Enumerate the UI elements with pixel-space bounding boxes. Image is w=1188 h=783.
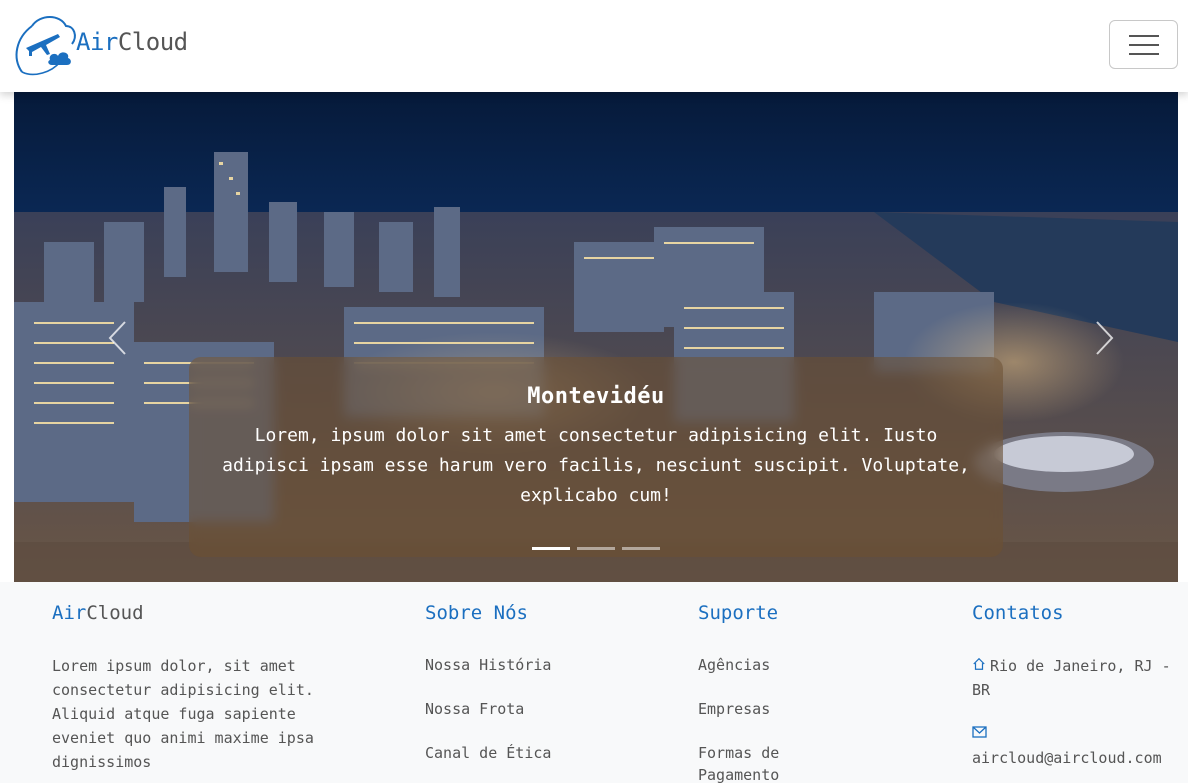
footer-email[interactable]: aircloud@aircloud.com [972, 722, 1182, 770]
carousel-caption: Montevidéu Lorem, ipsum dolor sit amet c… [189, 357, 1003, 557]
chevron-left-icon [108, 321, 126, 355]
carousel-indicator-3[interactable] [622, 547, 660, 550]
footer-support-column: Suporte Agências Empresas Formas de Paga… [698, 602, 928, 783]
footer-about-us-column: Sobre Nós Nossa História Nossa Frota Can… [425, 602, 655, 783]
footer-link-formas-de-pagamento[interactable]: Formas de Pagamento [698, 742, 818, 783]
carousel-indicator-2[interactable] [577, 547, 615, 550]
hamburger-icon-bar [1128, 52, 1159, 55]
footer-about-column: AirCloud Lorem ipsum dolor, sit amet con… [52, 602, 332, 774]
aircloud-logo-icon [15, 16, 76, 76]
footer-link-nossa-frota[interactable]: Nossa Frota [425, 698, 655, 720]
footer-address: Rio de Janeiro, RJ - BR [972, 654, 1182, 702]
envelope-icon [972, 722, 990, 746]
chevron-right-icon [1096, 321, 1114, 355]
carousel-next-button[interactable] [1090, 318, 1120, 358]
carousel-caption-text: Lorem, ipsum dolor sit amet consectetur … [222, 425, 970, 506]
footer-link-canal-de-etica[interactable]: Canal de Ética [425, 742, 655, 764]
carousel-indicator-1[interactable] [532, 547, 570, 550]
footer-address-text: Rio de Janeiro, RJ - BR [972, 657, 1171, 699]
brand-name-air: Air [76, 28, 118, 56]
hero-carousel: Montevidéu Lorem, ipsum dolor sit amet c… [14, 92, 1178, 582]
hamburger-icon-bar [1128, 34, 1159, 37]
footer-about-text: Lorem ipsum dolor, sit amet consectetur … [52, 657, 314, 771]
footer-contacts-column: Contatos Rio de Janeiro, RJ - BR airclou… [972, 602, 1182, 783]
footer-brand-air: Air [52, 602, 87, 624]
carousel-prev-button[interactable] [102, 318, 132, 358]
brand-logo-link[interactable]: AirCloud [12, 12, 188, 78]
footer-brand-cloud: Cloud [86, 602, 144, 624]
footer-support-title: Suporte [698, 602, 779, 624]
navbar-toggler-button[interactable] [1109, 20, 1178, 69]
brand-name: AirCloud [76, 28, 188, 56]
footer-contacts-title: Contatos [972, 602, 1064, 624]
brand-name-cloud: Cloud [117, 28, 188, 56]
hamburger-icon-bar [1128, 43, 1159, 46]
footer-about-us-title: Sobre Nós [425, 602, 528, 624]
navbar: AirCloud [0, 0, 1188, 92]
footer-email-text[interactable]: aircloud@aircloud.com [972, 749, 1162, 767]
footer-link-empresas[interactable]: Empresas [698, 698, 928, 720]
footer-link-nossa-historia[interactable]: Nossa História [425, 654, 655, 676]
carousel-caption-title: Montevidéu [527, 384, 665, 409]
footer-link-agencias[interactable]: Agências [698, 654, 928, 676]
footer-brand-title: AirCloud [52, 602, 332, 624]
home-icon [972, 654, 990, 678]
footer: AirCloud Lorem ipsum dolor, sit amet con… [0, 582, 1188, 783]
carousel-indicators [189, 547, 1003, 550]
